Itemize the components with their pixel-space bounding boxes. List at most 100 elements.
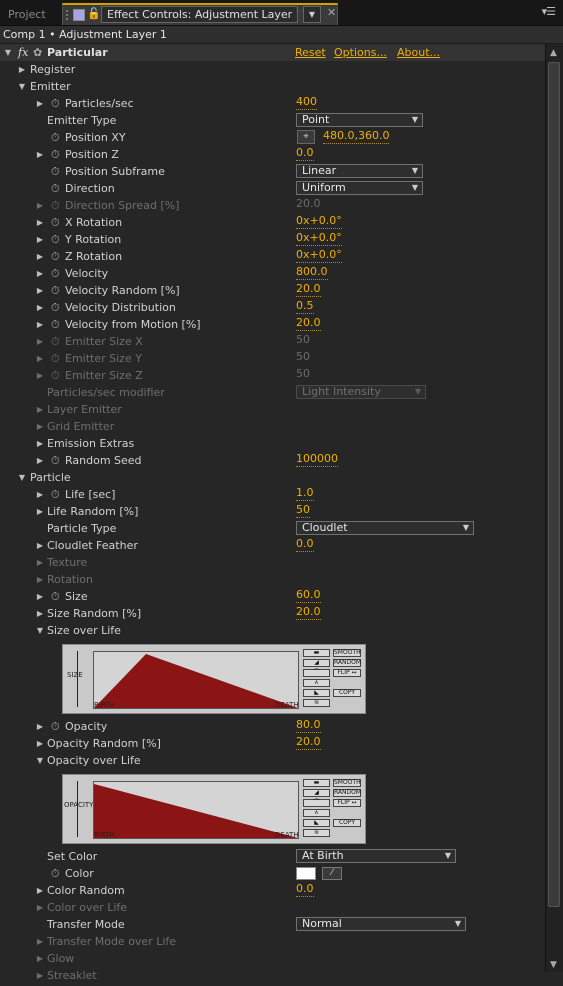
param-opacity[interactable]: ▶ ⏱ Opacity 80.0: [0, 718, 545, 735]
stopwatch-icon[interactable]: ⏱: [51, 163, 60, 180]
random-button[interactable]: RANDOM: [333, 659, 361, 667]
preset-ramp-button[interactable]: ◢: [303, 789, 330, 797]
scroll-down-icon[interactable]: ▼: [550, 960, 557, 970]
reset-link[interactable]: Reset: [295, 44, 326, 61]
expand-triangle-icon[interactable]: ▼: [36, 752, 44, 769]
preset-flat-button[interactable]: ▬: [303, 649, 330, 657]
vertical-scrollbar[interactable]: ▲ ▼: [545, 44, 563, 972]
preset-ramp-button[interactable]: ◢: [303, 659, 330, 667]
preset-noise-button[interactable]: ≋: [303, 699, 330, 707]
expand-triangle-icon[interactable]: ▼: [18, 78, 26, 95]
eyedropper-icon[interactable]: ⁄: [322, 867, 342, 880]
param-color[interactable]: ⏱ Color ⁄: [0, 865, 545, 882]
expand-triangle-icon[interactable]: ▶: [36, 265, 44, 282]
copy-button[interactable]: COPY: [333, 819, 361, 827]
stopwatch-icon[interactable]: ⏱: [51, 265, 60, 282]
param-value[interactable]: 0.0: [296, 537, 314, 552]
param-value[interactable]: 400: [296, 95, 317, 110]
param-life[interactable]: ▶ ⏱ Life [sec] 1.0: [0, 486, 545, 503]
param-opacity-random[interactable]: ▶ Opacity Random [%] 20.0: [0, 735, 545, 752]
param-transfer-mode[interactable]: Transfer Mode Normal ▼: [0, 916, 545, 933]
panel-menu-icon[interactable]: ▾☰: [542, 5, 556, 18]
expand-triangle-icon[interactable]: ▶: [36, 718, 44, 735]
param-particle-type[interactable]: Particle Type Cloudlet ▼: [0, 520, 545, 537]
options-link[interactable]: Options...: [334, 44, 387, 61]
random-button[interactable]: RANDOM: [333, 789, 361, 797]
stopwatch-icon[interactable]: ⏱: [51, 282, 60, 299]
param-value[interactable]: 0.0: [296, 882, 314, 897]
param-value[interactable]: 20.0: [296, 282, 321, 297]
param-color-random[interactable]: ▶ Color Random 0.0: [0, 882, 545, 899]
expand-triangle-icon[interactable]: ▶: [36, 486, 44, 503]
param-position-z[interactable]: ▶ ⏱ Position Z 0.0: [0, 146, 545, 163]
smooth-button[interactable]: SMOOTH: [333, 649, 361, 657]
expand-triangle-icon[interactable]: ▶: [18, 61, 26, 78]
stopwatch-icon[interactable]: ⏱: [51, 299, 60, 316]
flip-button[interactable]: FLIP ↔: [333, 669, 361, 677]
stopwatch-icon[interactable]: ⏱: [51, 180, 60, 197]
preset-peak-button[interactable]: ∧: [303, 679, 330, 687]
scroll-up-icon[interactable]: ▲: [550, 48, 557, 58]
stopwatch-icon[interactable]: ⏱: [51, 718, 60, 735]
param-velocity-distribution[interactable]: ▶ ⏱ Velocity Distribution 0.5: [0, 299, 545, 316]
param-life-random[interactable]: ▶ Life Random [%] 50: [0, 503, 545, 520]
chevron-down-icon[interactable]: ▼: [303, 6, 321, 23]
expand-triangle-icon[interactable]: ▶: [36, 282, 44, 299]
flip-button[interactable]: FLIP ↔: [333, 799, 361, 807]
preset-peak-button[interactable]: ∧: [303, 809, 330, 817]
scrollbar-thumb[interactable]: [548, 62, 560, 907]
preset-curve-button[interactable]: ⌒: [303, 799, 330, 807]
expand-triangle-icon[interactable]: ▼: [4, 44, 12, 61]
stopwatch-icon[interactable]: ⏱: [51, 588, 60, 605]
stopwatch-icon[interactable]: ⏱: [51, 231, 60, 248]
param-emitter-type[interactable]: Emitter Type Point ▼: [0, 112, 545, 129]
param-position-subframe[interactable]: ⏱ Position Subframe Linear ▼: [0, 163, 545, 180]
stopwatch-icon[interactable]: ⏱: [51, 452, 60, 469]
graph-plot-area[interactable]: [93, 781, 299, 839]
about-link[interactable]: About...: [397, 44, 440, 61]
param-value[interactable]: 100000: [296, 452, 338, 467]
param-velocity-random[interactable]: ▶ ⏱ Velocity Random [%] 20.0: [0, 282, 545, 299]
param-value[interactable]: 20.0: [296, 316, 321, 331]
expand-triangle-icon[interactable]: ▶: [36, 146, 44, 163]
expand-triangle-icon[interactable]: ▶: [36, 248, 44, 265]
emitter-type-dropdown[interactable]: Point ▼: [296, 113, 423, 127]
crosshair-icon[interactable]: ⌖: [297, 130, 315, 144]
expand-triangle-icon[interactable]: ▼: [36, 622, 44, 639]
param-set-color[interactable]: Set Color At Birth ▼: [0, 848, 545, 865]
preset-decay-button[interactable]: ◣: [303, 819, 330, 827]
preset-flat-button[interactable]: ▬: [303, 779, 330, 787]
fx-toggle-icon[interactable]: fx: [18, 44, 28, 61]
param-z-rotation[interactable]: ▶ ⏱ Z Rotation 0x+0.0°: [0, 248, 545, 265]
effect-header-particular[interactable]: ▼ fx ✿ Particular Reset Options... About…: [0, 44, 545, 61]
expand-triangle-icon[interactable]: ▼: [18, 469, 26, 486]
stopwatch-icon[interactable]: ⏱: [51, 214, 60, 231]
expand-triangle-icon[interactable]: ▶: [36, 588, 44, 605]
size-over-life-graph[interactable]: SIZE BIRTH DEATH ▬ SMOOTH ◢ RANDOM ⌒ FLI…: [62, 644, 366, 714]
group-emission-extras[interactable]: ▶ Emission Extras: [0, 435, 545, 452]
tab-effect-controls[interactable]: 🔓 Effect Controls: Adjustment Layer 1 ▼ …: [62, 3, 338, 25]
expand-triangle-icon[interactable]: ▶: [36, 231, 44, 248]
expand-triangle-icon[interactable]: ▶: [36, 735, 44, 752]
param-value[interactable]: 0.5: [296, 299, 314, 314]
stopwatch-icon[interactable]: ⏱: [51, 129, 60, 146]
param-random-seed[interactable]: ▶ ⏱ Random Seed 100000: [0, 452, 545, 469]
param-value[interactable]: 80.0: [296, 718, 321, 733]
group-opacity-over-life[interactable]: ▼ Opacity over Life: [0, 752, 545, 769]
param-value[interactable]: 0x+0.0°: [296, 248, 342, 263]
expand-triangle-icon[interactable]: ▶: [36, 435, 44, 452]
param-particles-sec[interactable]: ▶ ⏱ Particles/sec 400: [0, 95, 545, 112]
group-emitter[interactable]: ▼ Emitter: [0, 78, 545, 95]
param-y-rotation[interactable]: ▶ ⏱ Y Rotation 0x+0.0°: [0, 231, 545, 248]
stopwatch-icon[interactable]: ⏱: [51, 146, 60, 163]
preset-curve-button[interactable]: ⌒: [303, 669, 330, 677]
preset-decay-button[interactable]: ◣: [303, 689, 330, 697]
drag-grip-icon[interactable]: [66, 10, 70, 20]
expand-triangle-icon[interactable]: ▶: [36, 503, 44, 520]
layer-selector-dropdown[interactable]: Effect Controls: Adjustment Layer 1: [101, 6, 298, 23]
param-direction[interactable]: ⏱ Direction Uniform ▼: [0, 180, 545, 197]
stopwatch-icon[interactable]: ⏱: [51, 316, 60, 333]
param-cloudlet-feather[interactable]: ▶ Cloudlet Feather 0.0: [0, 537, 545, 554]
param-value[interactable]: 800.0: [296, 265, 328, 280]
param-value[interactable]: 0.0: [296, 146, 314, 161]
